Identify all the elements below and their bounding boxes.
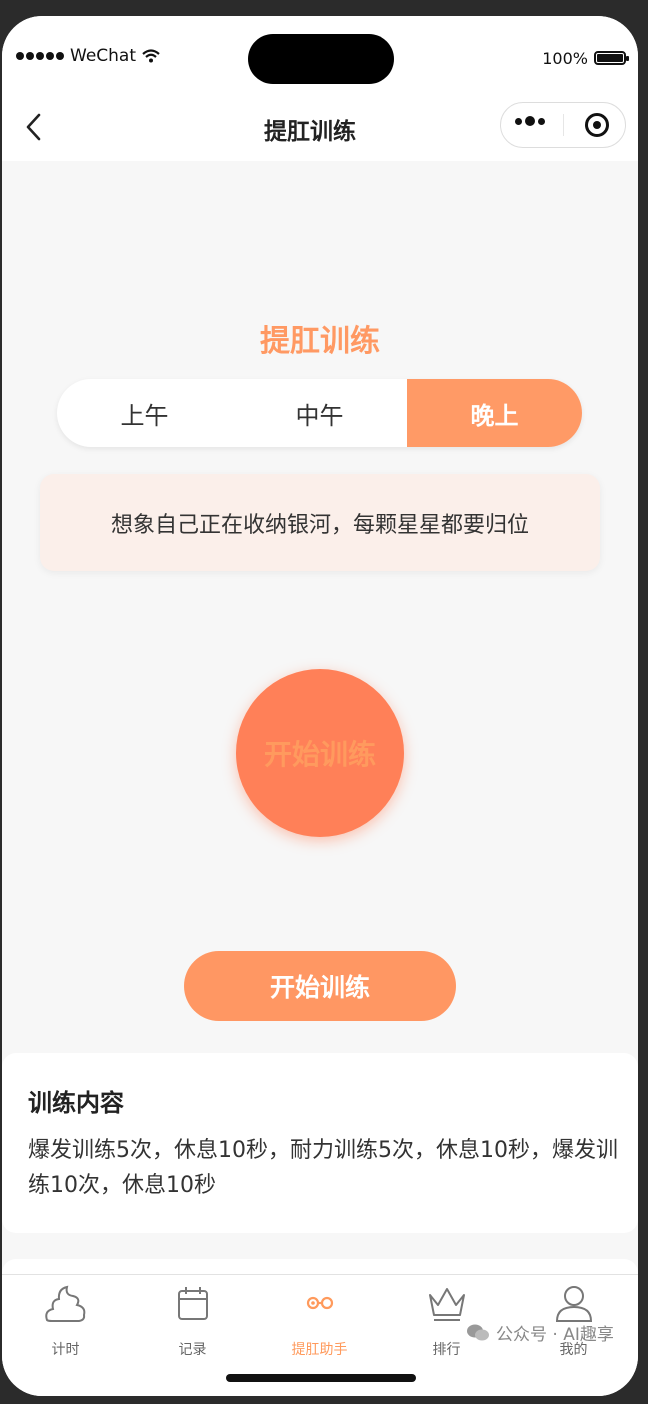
card-text: 爆发训练5次，休息10秒，耐力训练5次，休息10秒，爆发训练10次，休息10秒 bbox=[28, 1138, 618, 1198]
battery-icon bbox=[594, 51, 629, 65]
card-title: 训练内容 bbox=[28, 1089, 124, 1117]
calendar-icon bbox=[177, 1287, 208, 1320]
training-heading: 提肛训练 bbox=[260, 324, 380, 359]
wifi-icon bbox=[142, 49, 160, 63]
dynamic-island bbox=[248, 34, 394, 84]
period-morning[interactable]: 上午 bbox=[57, 379, 232, 447]
more-icon[interactable] bbox=[515, 116, 545, 126]
miniprogram-capsule bbox=[500, 102, 626, 148]
wechat-icon bbox=[467, 1324, 489, 1340]
tab-assistant[interactable]: 提肛助手 bbox=[256, 1283, 383, 1359]
tab-record[interactable]: 记录 bbox=[129, 1283, 256, 1359]
tab-label-record: 记录 bbox=[178, 1342, 207, 1358]
poop-icon bbox=[44, 1285, 85, 1322]
tab-label-timer: 计时 bbox=[51, 1342, 80, 1358]
tip-text: 想象自己正在收纳银河，每颗星星都要归位 bbox=[110, 512, 529, 538]
signal-icon bbox=[16, 52, 64, 60]
watermark-text: 公众号 · AI趣享 bbox=[496, 1325, 614, 1345]
close-miniprogram-icon[interactable] bbox=[585, 113, 609, 137]
user-icon bbox=[555, 1286, 592, 1322]
period-evening[interactable]: 晚上 bbox=[407, 379, 582, 447]
start-circle-button[interactable]: 开始训练 bbox=[236, 669, 404, 837]
link-icon bbox=[306, 1296, 333, 1310]
watermark: 公众号 · AI趣享 bbox=[466, 1320, 614, 1345]
phone-screen: WeChat 100% 提肛训练 提肛训练 上午 中午 晚上 想象自己正在收纳银… bbox=[2, 16, 638, 1396]
period-noon[interactable]: 中午 bbox=[232, 379, 407, 447]
crown-icon bbox=[428, 1288, 465, 1321]
tab-timer[interactable]: 计时 bbox=[2, 1283, 129, 1359]
training-content-card: 训练内容 爆发训练5次，休息10秒，耐力训练5次，休息10秒，爆发训练10次，休… bbox=[2, 1053, 638, 1233]
tab-label-assistant: 提肛助手 bbox=[291, 1342, 348, 1358]
period-selector: 上午 中午 晚上 bbox=[57, 379, 582, 447]
circle-label: 开始训练 bbox=[263, 738, 376, 771]
start-button-label: 开始训练 bbox=[269, 973, 370, 1002]
home-indicator bbox=[226, 1374, 416, 1382]
training-tip: 想象自己正在收纳银河，每颗星星都要归位 bbox=[40, 474, 600, 571]
status-bar-right: 100% bbox=[542, 48, 629, 68]
status-bar-left: WeChat bbox=[16, 45, 160, 67]
battery-percent: 100% bbox=[542, 48, 588, 68]
capsule-divider bbox=[563, 114, 564, 136]
start-training-button[interactable]: 开始训练 bbox=[184, 951, 456, 1021]
carrier-label: WeChat bbox=[70, 46, 136, 66]
